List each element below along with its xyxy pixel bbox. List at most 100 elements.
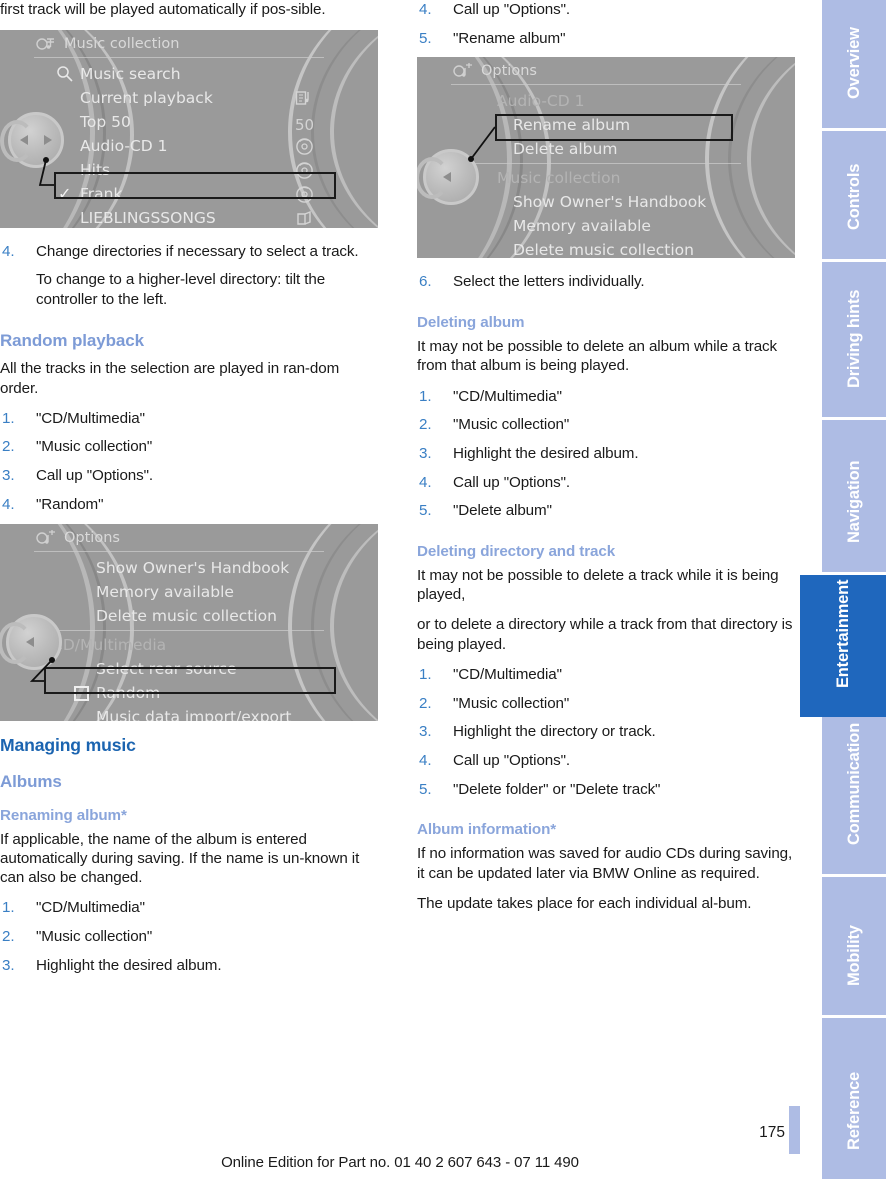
menu-item-label: LIEBLINGSSONGS [80,209,216,228]
menu-item-label: Music data import/export [96,707,292,721]
album-information-paragraph-2: The update takes place for each individu… [417,894,752,912]
list-item: 5. "Delete album" [417,501,795,520]
menu-item-label: Delete music collection [96,606,277,625]
heading-deleting-album: Deleting album [417,314,525,332]
tab-reference[interactable]: Reference [822,1018,886,1179]
menu-item-show-owners-handbook[interactable]: Show Owner's Handbook [34,556,360,580]
idrive-controller-knob[interactable] [0,613,62,670]
step-number: 5. [419,502,432,520]
now-playing-icon [295,89,314,108]
list-item: 2. "Music collection" [417,694,795,713]
menu-item-music-data-import-export[interactable]: Music data import/export [34,705,360,721]
step-text: Highlight the directory or track. [453,723,656,741]
title-divider [451,84,741,86]
tab-mobility[interactable]: Mobility [822,877,886,1015]
steps-random-playback: 1. "CD/Multimedia" 2. "Music collection"… [0,409,378,514]
continued-paragraph: first track will be played automatically… [0,1,326,18]
screen-content: Options Audio-CD 1 Rename album Delete a… [451,57,777,258]
step-text: "Rename album" [453,29,566,47]
menu-item-current-playback[interactable]: Current playback [34,86,360,110]
random-playback-intro: All the tracks in the selection are play… [0,360,340,397]
tab-communication[interactable]: Communication [822,717,886,874]
options-music-icon [453,62,473,79]
menu-item-memory-available[interactable]: Memory available [451,214,777,238]
screen-title-bar: Options [34,524,360,551]
menu-item-memory-available[interactable]: Memory available [34,580,360,604]
step-text: "Music collection" [453,694,570,712]
menu-item-delete-music-collection[interactable]: Delete music collection [451,238,777,258]
step-number: 4. [2,243,15,261]
checkbox-icon[interactable] [74,685,89,701]
menu-item-label: Top 50 [80,113,131,132]
tab-label: Navigation [845,460,863,543]
step-number: 4. [419,1,432,18]
options-music-icon [36,528,56,546]
tab-navigation[interactable]: Navigation [822,420,886,572]
group-divider [34,629,324,631]
list-item: 1. "CD/Multimedia" [0,409,378,428]
step-number: 3. [2,467,15,485]
menu-item-hits[interactable]: Hits [34,158,360,182]
step-number: 3. [419,444,432,462]
menu-item-delete-album[interactable]: Delete album [451,137,777,161]
step-number: 5. [419,780,432,798]
menu-item-frank[interactable]: ✓ Frank [34,182,360,206]
step-number: 1. [2,899,15,917]
tab-label: Overview [845,27,863,99]
menu-item-label: Memory available [96,582,234,601]
step-number: 4. [2,495,15,513]
step-text: "Music collection" [36,438,153,456]
idrive-controller-knob[interactable] [417,149,479,206]
list-item: 1. "CD/Multimedia" [417,665,795,684]
menu-item-audio-cd-1[interactable]: Audio-CD 1 [34,134,360,158]
tab-driving-hints[interactable]: Driving hints [822,262,886,417]
menu-item-label: Select rear source [96,659,237,678]
step-text: "CD/Multimedia" [36,899,145,917]
deleting-directory-intro-1: It may not be possible to delete a track… [417,567,779,604]
steps-select-letters: 6. Select the letters individually. [417,272,795,291]
step-text: Call up "Options". [36,467,154,485]
screen-title-bar: Options [451,57,777,84]
step-text: Call up "Options". [453,473,571,491]
menu-item-rename-album[interactable]: Rename album [451,113,777,137]
screen-title-text: Options [64,529,120,546]
menu-group-label: Music collection [497,169,621,188]
step-text: "Random" [36,495,104,513]
tab-entertainment[interactable]: Entertainment [800,575,886,717]
menu-item-show-owners-handbook[interactable]: Show Owner's Handbook [451,190,777,214]
tab-overview[interactable]: Overview [822,0,886,128]
list-item: 1. "CD/Multimedia" [417,387,795,406]
steps-deleting-directory: 1. "CD/Multimedia" 2. "Music collection"… [417,665,795,799]
menu-item-top-50[interactable]: Top 50 50 [34,110,360,134]
page-number: 175 [759,1124,785,1141]
section-tab-rail: Overview Controls Driving hints Navigati… [800,0,886,1179]
screen-title-bar: Music collection [34,30,360,57]
tab-controls[interactable]: Controls [822,131,886,259]
left-column: first track will be played automatically… [0,0,378,984]
menu-item-label: Current playback [80,89,213,108]
list-item: 3. Call up "Options". [0,466,378,485]
step-number: 3. [2,956,15,974]
title-divider [34,57,324,59]
list-item: 2. "Music collection" [417,415,795,434]
check-icon: ✓ [58,184,72,204]
tab-label: Driving hints [845,289,863,388]
menu-item-select-rear-source[interactable]: Select rear source [34,657,360,681]
music-collection-icon [36,36,56,52]
menu-item-delete-music-collection[interactable]: Delete music collection [34,604,360,628]
page-edge-marker [789,1106,800,1154]
menu-item-music-search[interactable]: Music search [34,62,360,86]
right-column: 4. Call up "Options". 5. "Rename album" [417,0,795,924]
two-column-body: first track will be played automatically… [0,0,800,1110]
disc-icon [295,137,314,156]
menu-item-random[interactable]: Random [34,681,360,705]
knob-arrow-left-icon [26,636,34,647]
list-item: 3. Highlight the desired album. [417,444,795,463]
screen-content: Music collection Music search Current pl… [34,30,360,228]
menu-item-lieblingssongs[interactable]: LIEBLINGSSONGS [34,206,360,228]
step-number: 3. [419,723,432,741]
list-item: 1. "CD/Multimedia" [0,898,378,917]
step-number: 2. [419,694,432,712]
idrive-controller-knob[interactable] [0,112,64,169]
heading-deleting-directory-and-track: Deleting directory and track [417,543,616,561]
